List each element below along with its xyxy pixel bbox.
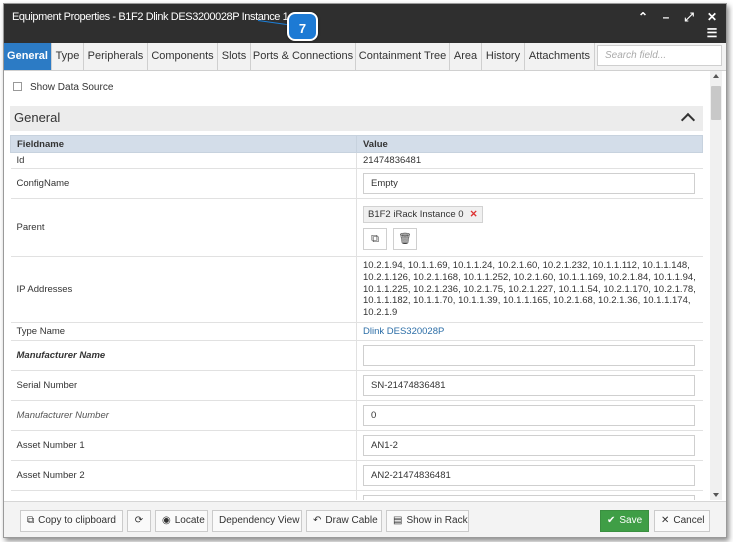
trash-icon[interactable]: 🗑: [393, 227, 417, 250]
clipboard-icon: ⧉: [27, 515, 35, 526]
table-row: Parent B1F2 iRack Instance 0 ✕ ⧉ 🗑: [10, 198, 703, 257]
configname-input[interactable]: Empty: [363, 173, 695, 194]
tab-bar: General Type Peripherals Components Slot…: [4, 43, 726, 71]
save-button[interactable]: ✔ Save: [600, 510, 649, 532]
tab-components[interactable]: Components: [148, 43, 218, 70]
table-row: Asset Number 2 AN2-21474836481: [10, 460, 703, 491]
tab-attachments[interactable]: Attachments: [525, 43, 595, 70]
show-data-source-checkbox[interactable]: [13, 81, 22, 91]
minimize-icon[interactable]: –: [659, 10, 673, 24]
cable-icon: ↶: [313, 515, 322, 526]
locate-icon: ◉: [162, 515, 171, 526]
field-value: 21474836481: [356, 152, 703, 169]
asset-number-1-input[interactable]: AN1-2: [363, 435, 695, 456]
scrollbar-thumb[interactable]: [711, 86, 721, 120]
parent-chip-label: B1F2 iRack Instance 0: [368, 208, 464, 220]
equipment-properties-window: Equipment Properties - B1F2 Dlink DES320…: [3, 3, 727, 538]
search-field[interactable]: Search field...: [597, 45, 722, 66]
parent-chip[interactable]: B1F2 iRack Instance 0 ✕: [363, 205, 483, 223]
refresh-button[interactable]: ⟳: [127, 510, 151, 532]
vertical-scrollbar[interactable]: [710, 71, 722, 500]
serial-number-input[interactable]: SN-21474836481: [363, 375, 695, 396]
field-label: Manufacturer Number: [10, 400, 357, 431]
field-label: Parent: [10, 198, 357, 257]
properties-table: Fieldname Value Id 21474836481 ConfigNam…: [10, 135, 703, 500]
show-in-rack-button[interactable]: ▤ Show in Rack: [386, 510, 469, 532]
field-label: Manufacturer Name: [10, 340, 357, 371]
collapse-chevron-icon[interactable]: [680, 112, 696, 128]
table-row: [10, 490, 703, 500]
draw-cable-button[interactable]: ↶ Draw Cable: [306, 510, 382, 532]
rack-icon: ▤: [393, 515, 403, 526]
copy-icon[interactable]: ⧉: [363, 227, 387, 250]
asset-number-2-input[interactable]: AN2-21474836481: [363, 465, 695, 486]
locate-button[interactable]: ◉ Locate: [155, 510, 208, 532]
section-title: General: [14, 110, 61, 125]
table-row: Manufacturer Name: [10, 340, 703, 371]
table-row: Type Name Dlink DES320028P: [10, 322, 703, 341]
chevron-up-icon[interactable]: ⌃: [636, 10, 650, 24]
scroll-down-icon[interactable]: [713, 493, 719, 497]
table-row: Manufacturer Number 0: [10, 400, 703, 431]
show-data-source-label: Show Data Source: [30, 82, 114, 93]
tab-peripherals[interactable]: Peripherals: [84, 43, 148, 70]
tab-slots[interactable]: Slots: [218, 43, 251, 70]
field-label: Asset Number 1: [10, 430, 357, 461]
menu-icon[interactable]: ☰: [705, 26, 719, 40]
table-row: ConfigName Empty: [10, 168, 703, 199]
title-bar: Equipment Properties - B1F2 Dlink DES320…: [4, 4, 726, 43]
next-field-input[interactable]: [363, 495, 695, 500]
field-label: Type Name: [10, 322, 357, 341]
copy-to-clipboard-button[interactable]: ⧉ Copy to clipboard: [20, 510, 123, 532]
type-name-link[interactable]: Dlink DES320028P: [363, 326, 444, 337]
table-row: Asset Number 1 AN1-2: [10, 430, 703, 461]
table-header-row: Fieldname Value: [10, 135, 703, 153]
field-label: Asset Number 2: [10, 460, 357, 491]
expand-icon[interactable]: ⤢: [682, 10, 696, 24]
footer-toolbar: ⧉ Copy to clipboard ⟳ ◉ Locate Dependency …: [4, 501, 726, 537]
tab-containment-tree[interactable]: Containment Tree: [356, 43, 450, 70]
tab-general[interactable]: General: [4, 43, 52, 70]
cancel-button[interactable]: ✕ Cancel: [654, 510, 710, 532]
value-header: Value: [356, 135, 703, 153]
content-area: Show Data Source General Fieldname Value…: [4, 71, 707, 500]
tab-ports-connections[interactable]: Ports & Connections: [251, 43, 356, 70]
window-title: Equipment Properties - B1F2 Dlink DES320…: [12, 11, 289, 23]
close-icon: ✕: [661, 515, 670, 526]
refresh-icon: ⟳: [134, 515, 144, 526]
scroll-up-icon[interactable]: [713, 74, 719, 78]
dependency-view-button[interactable]: Dependency View: [212, 510, 302, 532]
close-icon[interactable]: ✕: [705, 10, 719, 24]
tab-type[interactable]: Type: [52, 43, 84, 70]
field-label: Serial Number: [10, 370, 357, 401]
field-label: IP Addresses: [10, 256, 357, 323]
tab-area[interactable]: Area: [450, 43, 482, 70]
manufacturer-number-input[interactable]: 0: [363, 405, 695, 426]
table-row: Id 21474836481: [10, 152, 703, 169]
general-section-header[interactable]: General: [10, 106, 703, 131]
callout-badge: 7: [287, 12, 318, 41]
fieldname-header: Fieldname: [10, 135, 357, 153]
table-row: Serial Number SN-21474836481: [10, 370, 703, 401]
tab-history[interactable]: History: [482, 43, 525, 70]
table-row: IP Addresses 10.2.1.94, 10.1.1.69, 10.1.…: [10, 256, 703, 323]
manufacturer-name-input[interactable]: [363, 345, 695, 366]
ip-addresses-value: 10.2.1.94, 10.1.1.69, 10.1.1.24, 10.2.1.…: [356, 256, 703, 323]
remove-chip-icon[interactable]: ✕: [470, 209, 478, 220]
show-data-source-toggle[interactable]: Show Data Source: [13, 81, 114, 93]
field-label: Id: [10, 152, 357, 169]
field-label: ConfigName: [10, 168, 357, 199]
check-icon: ✔: [607, 515, 616, 526]
